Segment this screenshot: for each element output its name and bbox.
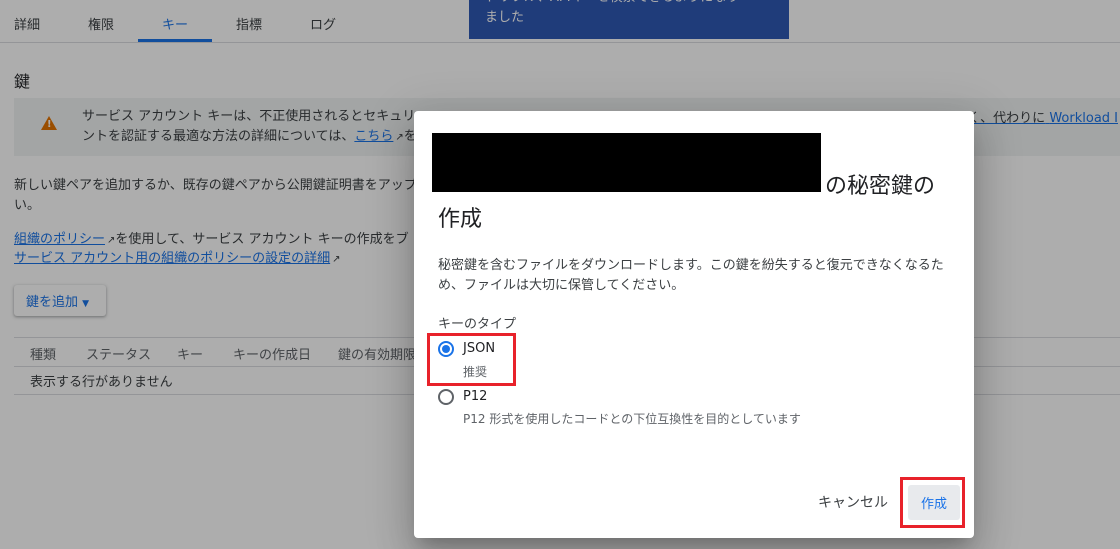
json-radio[interactable]: [438, 341, 454, 357]
p12-option-label[interactable]: P12: [463, 389, 487, 404]
dialog-description: 秘密鍵を含むファイルをダウンロードします。この鍵を紛失すると復元できなくなるため…: [438, 258, 944, 293]
create-private-key-dialog: の秘密鍵の 作成 秘密鍵を含むファイルをダウンロードします。この鍵を紛失すると復…: [414, 111, 974, 538]
create-button[interactable]: 作成: [908, 485, 960, 520]
key-type-label: キーのタイプ: [438, 317, 517, 332]
cancel-button[interactable]: キャンセル: [818, 492, 888, 512]
p12-radio[interactable]: [438, 389, 454, 405]
json-option-label[interactable]: JSON: [463, 341, 495, 356]
json-option-sublabel: 推奨: [463, 365, 488, 379]
dialog-title-line-2: 作成: [438, 207, 483, 232]
p12-option-sublabel: P12 形式を使用したコードとの下位互換性を目的としています: [463, 412, 801, 426]
dialog-title-suffix: の秘密鍵の: [825, 174, 936, 199]
redacted-account-name: [432, 133, 821, 192]
